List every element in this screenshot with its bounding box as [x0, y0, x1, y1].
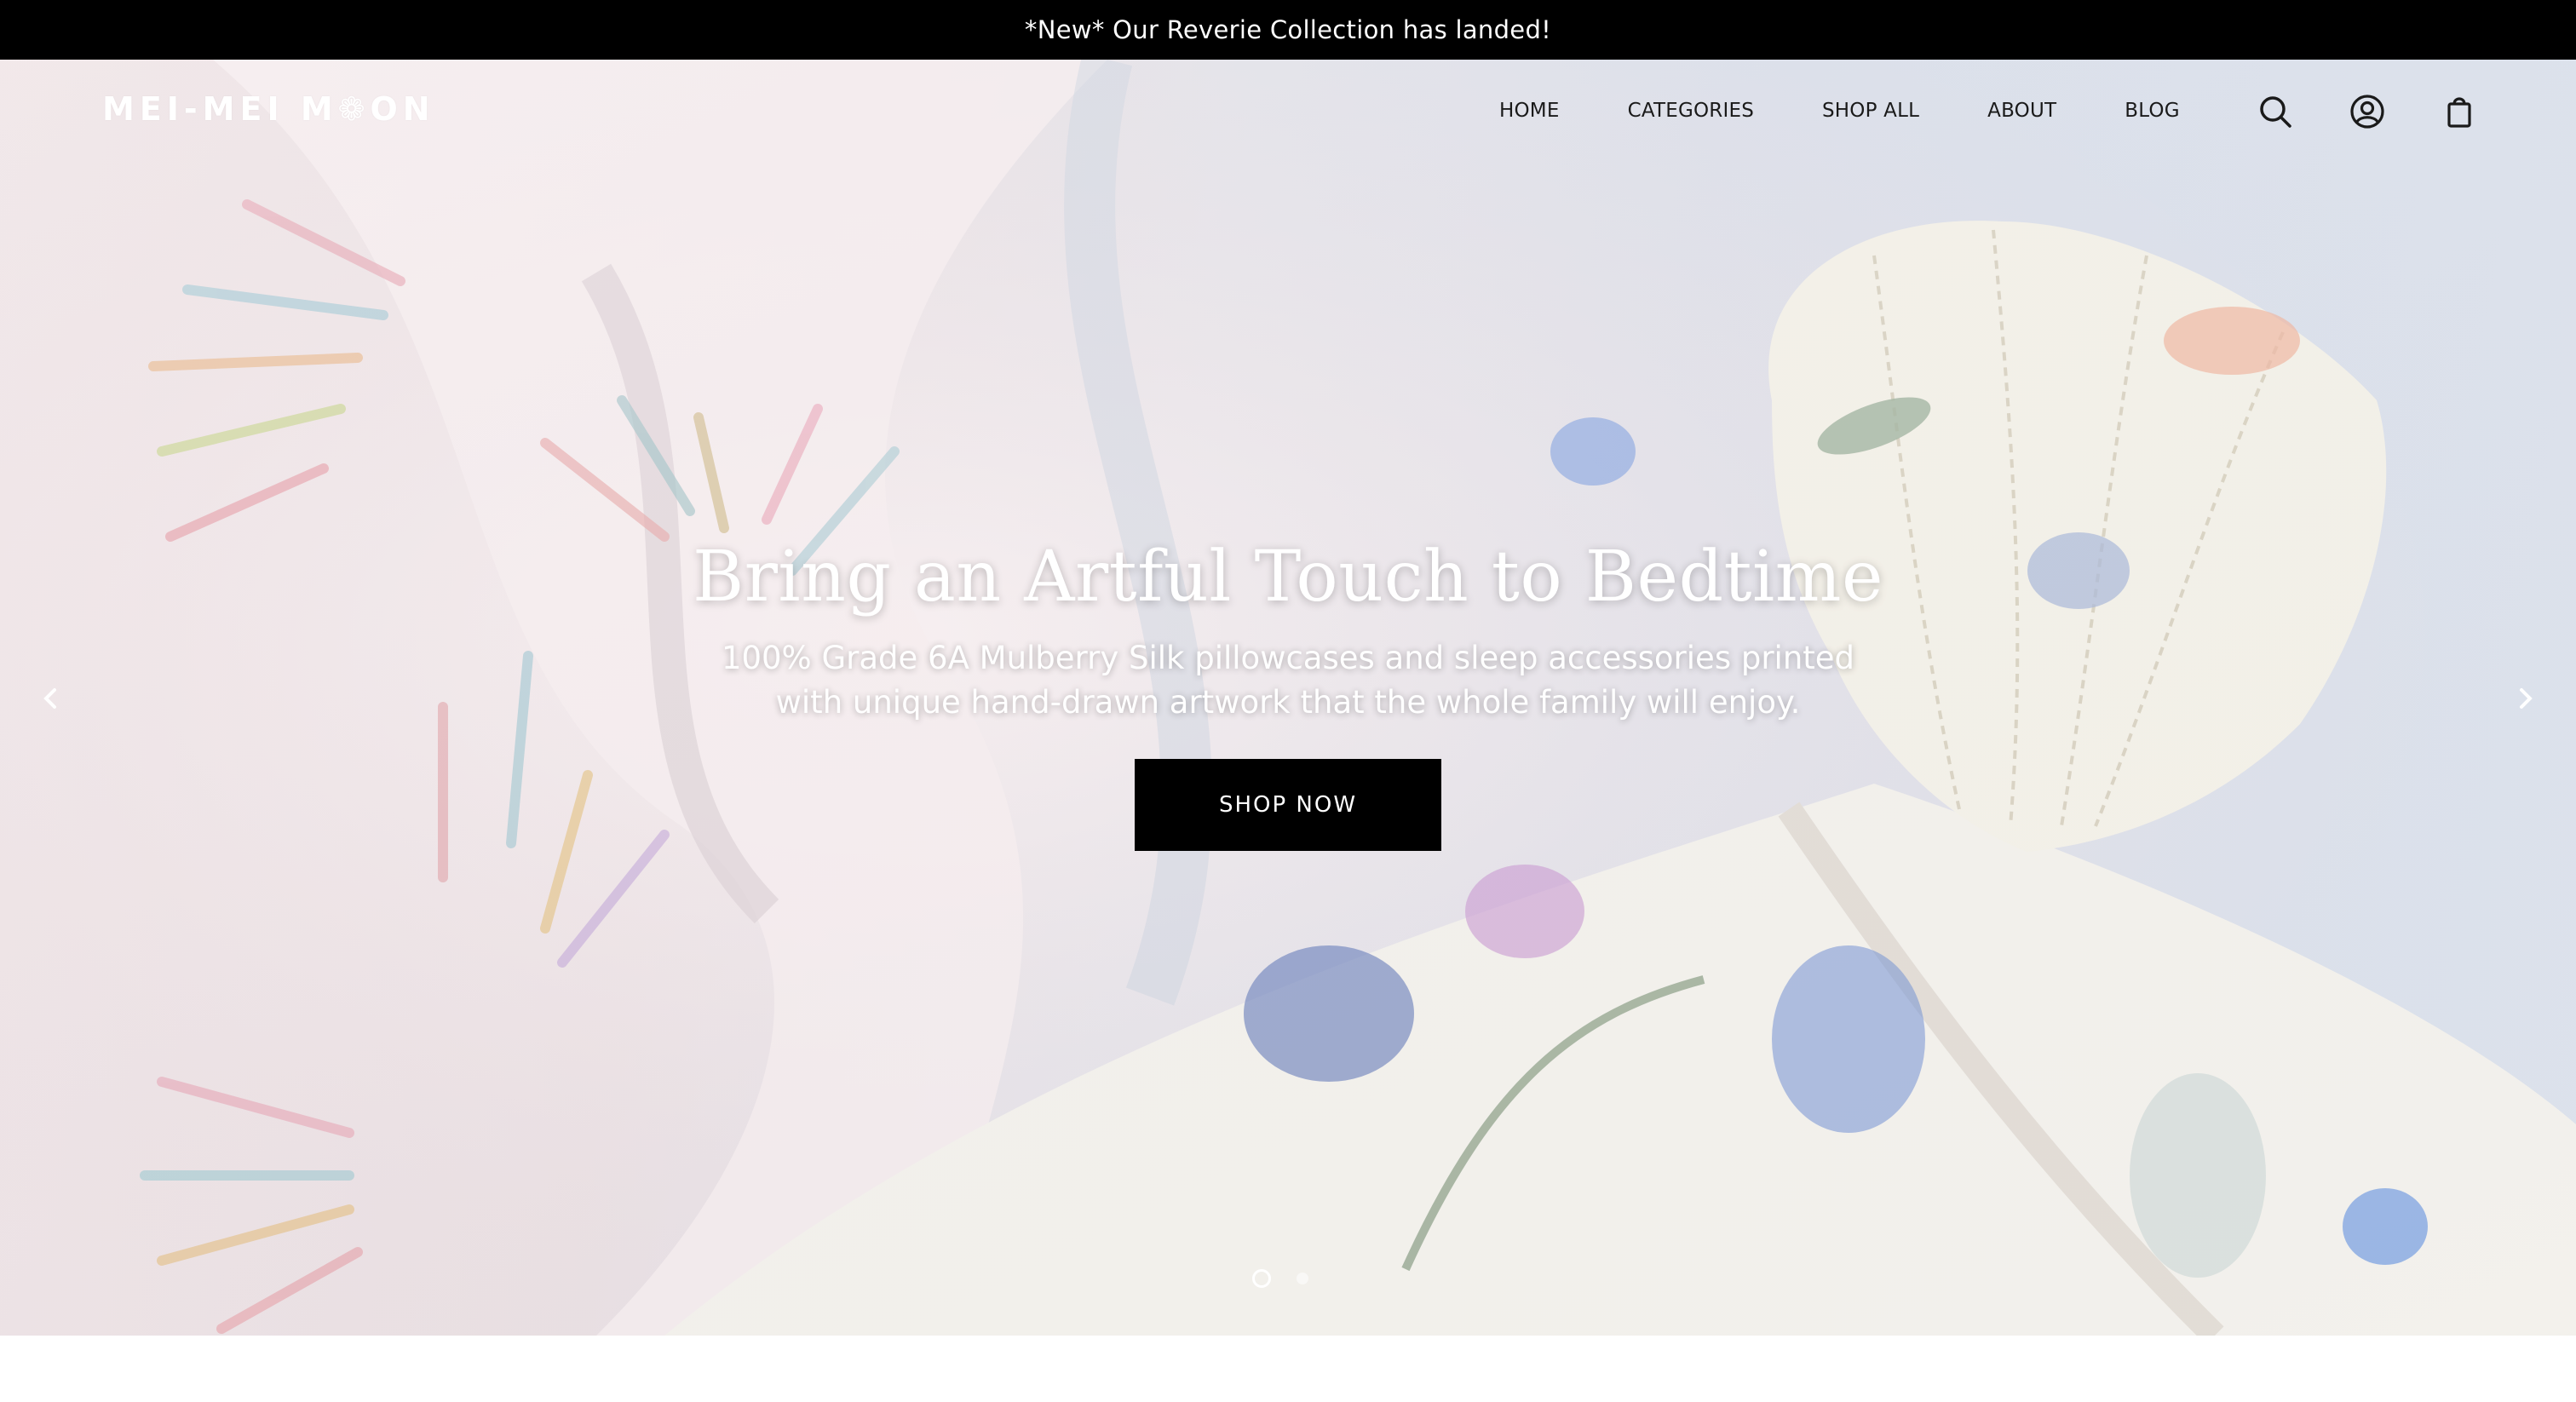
main-nav: HOME CATEGORIES SHOP ALL ABOUT BLOG [1499, 60, 2180, 162]
chevron-right-icon [2520, 688, 2533, 709]
account-icon[interactable] [2348, 92, 2387, 131]
nav-blog[interactable]: BLOG [2125, 100, 2180, 122]
announcement-text: *New* Our Reverie Collection has landed! [1024, 15, 1552, 44]
hero-content: Bring an Artful Touch to Bedtime 100% Gr… [0, 537, 2576, 851]
brand-logo[interactable]: MEI-MEI M❁ON [102, 90, 435, 128]
chevron-left-icon [43, 688, 56, 709]
search-icon[interactable] [2256, 92, 2295, 131]
slide-dot-2[interactable] [1297, 1273, 1308, 1284]
slide-indicators [1252, 1269, 1334, 1288]
next-section [0, 1336, 2576, 1402]
shop-now-button[interactable]: SHOP NOW [1135, 759, 1441, 851]
nav-about[interactable]: ABOUT [1987, 100, 2056, 122]
nav-home[interactable]: HOME [1499, 100, 1560, 122]
hero-title: Bring an Artful Touch to Bedtime [692, 537, 1884, 618]
site-header: MEI-MEI M❁ON HOME CATEGORIES SHOP ALL AB… [0, 60, 2576, 162]
next-slide-arrow[interactable] [2499, 673, 2550, 724]
prev-slide-arrow[interactable] [26, 673, 77, 724]
cart-icon[interactable] [2440, 92, 2479, 131]
hero-subtitle: 100% Grade 6A Mulberry Silk pillowcases … [721, 640, 1855, 721]
nav-shop-all[interactable]: SHOP ALL [1822, 100, 1919, 122]
announcement-bar: *New* Our Reverie Collection has landed! [0, 0, 2576, 60]
nav-categories[interactable]: CATEGORIES [1628, 100, 1754, 122]
slide-dot-1[interactable] [1252, 1269, 1271, 1288]
